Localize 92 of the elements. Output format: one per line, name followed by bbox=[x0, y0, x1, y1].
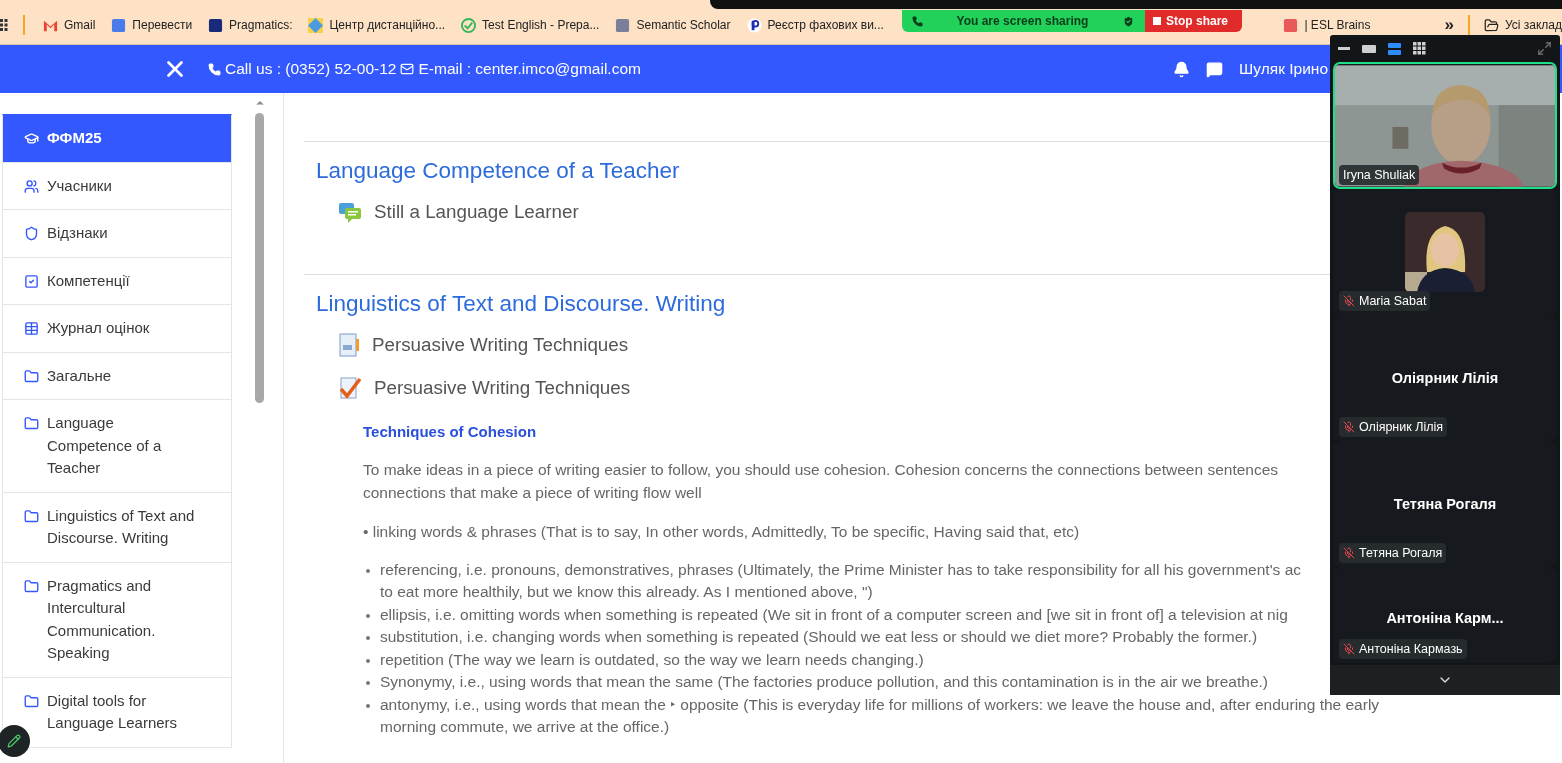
graduation-cap-icon bbox=[24, 131, 39, 146]
bookmark-icon bbox=[746, 17, 762, 33]
email-address: E-mail : center.imco@gmail.com bbox=[418, 60, 641, 78]
users-icon bbox=[24, 178, 39, 194]
scrollbar-thumb[interactable] bbox=[255, 113, 264, 403]
pencil-icon bbox=[7, 734, 21, 748]
participant-name: Антоніна Кармазь bbox=[1339, 639, 1467, 659]
bookmark[interactable]: Gmail bbox=[35, 17, 104, 33]
bookmark[interactable]: Pragmatics: bbox=[200, 17, 301, 33]
bullet-dot bbox=[366, 636, 370, 640]
bookmark-icon bbox=[1283, 17, 1299, 33]
bullet-dot bbox=[366, 568, 370, 573]
participant-name: Тетяна Рогаля bbox=[1339, 543, 1447, 563]
bookmark[interactable]: | ESL Brains bbox=[1275, 17, 1379, 33]
bookmark-icon bbox=[615, 17, 631, 33]
bullet-text: ellipsis, i.e. omitting words when something is repeated (We sit in front of a computer screen and [we sit in front of] a television at nig bbox=[380, 604, 1288, 625]
apps-icon[interactable] bbox=[0, 19, 9, 31]
chat-bubbles-icon bbox=[338, 200, 362, 224]
section-title: Language Competence of a Teacher bbox=[316, 158, 680, 184]
expand-icon[interactable] bbox=[1537, 41, 1552, 56]
activity-link[interactable]: Still a Language Learner bbox=[338, 197, 579, 227]
bookmark-icon bbox=[111, 17, 127, 33]
paragraph-line: To make ideas in a piece of writing easier to follow, you should use cohesion. Cohesion concerns the connections between sentences bbox=[363, 460, 1279, 480]
folder-icon bbox=[24, 416, 39, 431]
sidebar-item[interactable]: Загальне bbox=[2, 352, 232, 400]
table-icon bbox=[24, 321, 39, 336]
gallery-view-icon[interactable] bbox=[1413, 42, 1426, 55]
section-title: Linguistics of Text and Discourse. Writing bbox=[316, 291, 726, 317]
checklist-icon bbox=[338, 376, 362, 400]
edit-button[interactable] bbox=[0, 725, 30, 757]
paragraph-line: connections that make a piece of writing flow well bbox=[363, 482, 702, 503]
document-icon bbox=[338, 333, 360, 357]
sidebar-item[interactable]: Журнал оцінок bbox=[2, 305, 232, 353]
bullet-text: Synonymy, i.e., using words that mean the same (The factories produce pollution, and this contamination is in the air we breathe.) bbox=[380, 672, 1268, 692]
bookmark[interactable]: Перевести bbox=[103, 17, 201, 33]
bookmark-icon bbox=[461, 17, 477, 33]
bookmark-icon bbox=[208, 17, 224, 33]
participant-heading: Тетяна Рогаля bbox=[1393, 496, 1497, 512]
sidebar-item[interactable]: ФФМ25 bbox=[2, 114, 232, 163]
sidebar-item[interactable]: Компетенції bbox=[2, 257, 232, 305]
bullet-text: to eat more healthily, but we know this already. As I mentioned above, ") bbox=[380, 582, 873, 602]
bullet-dot bbox=[366, 681, 370, 685]
bullet-dot bbox=[366, 658, 370, 663]
folder-icon bbox=[24, 368, 39, 384]
sidebar-item[interactable]: Pragmatics and Intercultural Communication. Speaking bbox=[2, 562, 232, 678]
speaker-view-icon[interactable] bbox=[1362, 44, 1376, 53]
bullet-text: morning commute, we arrive at the office.) bbox=[380, 717, 670, 737]
folder-icon bbox=[24, 578, 39, 594]
screen-sharing-status: You are screen sharing bbox=[902, 10, 1145, 32]
phone-icon bbox=[912, 15, 923, 27]
phone-number: Call us : (0352) 52-00-12 bbox=[225, 60, 397, 78]
bullet-dot bbox=[366, 703, 370, 708]
participant-name: Iryna Shuliak bbox=[1339, 165, 1420, 185]
bookmarks-folder[interactable]: Усі заклад bbox=[1475, 17, 1562, 33]
participant-heading: Оліярник Лілія bbox=[1391, 370, 1499, 386]
user-name[interactable]: Шуляк Ірино bbox=[1239, 60, 1328, 78]
bookmark[interactable]: Semantic Scholar bbox=[607, 17, 739, 33]
checkbox-icon bbox=[24, 273, 39, 289]
stop-icon bbox=[1153, 17, 1161, 25]
folder-icon bbox=[24, 693, 39, 709]
participant-name: Оліярник Лілія bbox=[1339, 417, 1448, 437]
participant-name: Maria Sabat bbox=[1339, 291, 1431, 311]
sidebar-item[interactable]: Linguistics of Text and Discourse. Writing bbox=[2, 492, 232, 563]
bullet-dot bbox=[366, 613, 370, 618]
sidebar-item[interactable]: Відзнаки bbox=[2, 210, 232, 258]
bullet-text: referencing, i.e. pronouns, demonstratives, phrases (Ultimately, the Prime Minister has to take responsibility for all his government's ac bbox=[380, 559, 1302, 580]
activity-link[interactable]: Persuasive Writing Techniques bbox=[338, 373, 631, 403]
strip-view-icon[interactable] bbox=[1388, 42, 1401, 55]
shield-icon bbox=[24, 226, 39, 241]
bullet-text: substitution, i.e. changing words when something is repeated (Should we eat less or should we diet more? Probably the former.) bbox=[380, 627, 1258, 647]
bullet-text: antonymy, i.e., using words that mean the ‣ opposite (This is everyday life for millions of workers: we leave the house and, after enduring the early bbox=[380, 694, 1380, 715]
stop-share-button[interactable]: Stop share bbox=[1145, 10, 1242, 32]
sidebar-item[interactable]: Учасники bbox=[2, 162, 232, 210]
folder-icon bbox=[24, 508, 39, 524]
folder-icon bbox=[1483, 17, 1499, 33]
bookmark[interactable]: Реєстр фахових ви... bbox=[738, 17, 892, 33]
bookmark[interactable]: Test English - Prepa... bbox=[453, 17, 608, 33]
bullet-text: repetition (The way we learn is outdated, so the way we learn needs changing.) bbox=[380, 649, 924, 670]
bell-icon[interactable] bbox=[1173, 60, 1191, 78]
mail-icon bbox=[400, 62, 415, 76]
activity-link[interactable]: Persuasive Writing Techniques bbox=[338, 330, 629, 360]
description-heading: Techniques of Cohesion bbox=[363, 423, 537, 440]
bullet-text: • linking words & phrases (That is to say, In other words, Admittedly, To be specific, Having said that, etc) bbox=[363, 522, 1080, 542]
bookmark-icon bbox=[308, 17, 324, 33]
participant-heading: Антоніна Карм... bbox=[1386, 610, 1504, 626]
shield-check-icon bbox=[1122, 14, 1135, 28]
more-bookmarks-button[interactable]: » bbox=[1436, 15, 1462, 35]
chat-icon[interactable] bbox=[1206, 60, 1224, 78]
sidebar-item[interactable]: Digital tools for Language Learners bbox=[2, 677, 232, 748]
bookmark[interactable]: Центр дистанційно... bbox=[300, 17, 454, 33]
sidebar-item[interactable]: Language Competence of a Teacher bbox=[2, 400, 232, 493]
phone-icon bbox=[208, 62, 221, 76]
